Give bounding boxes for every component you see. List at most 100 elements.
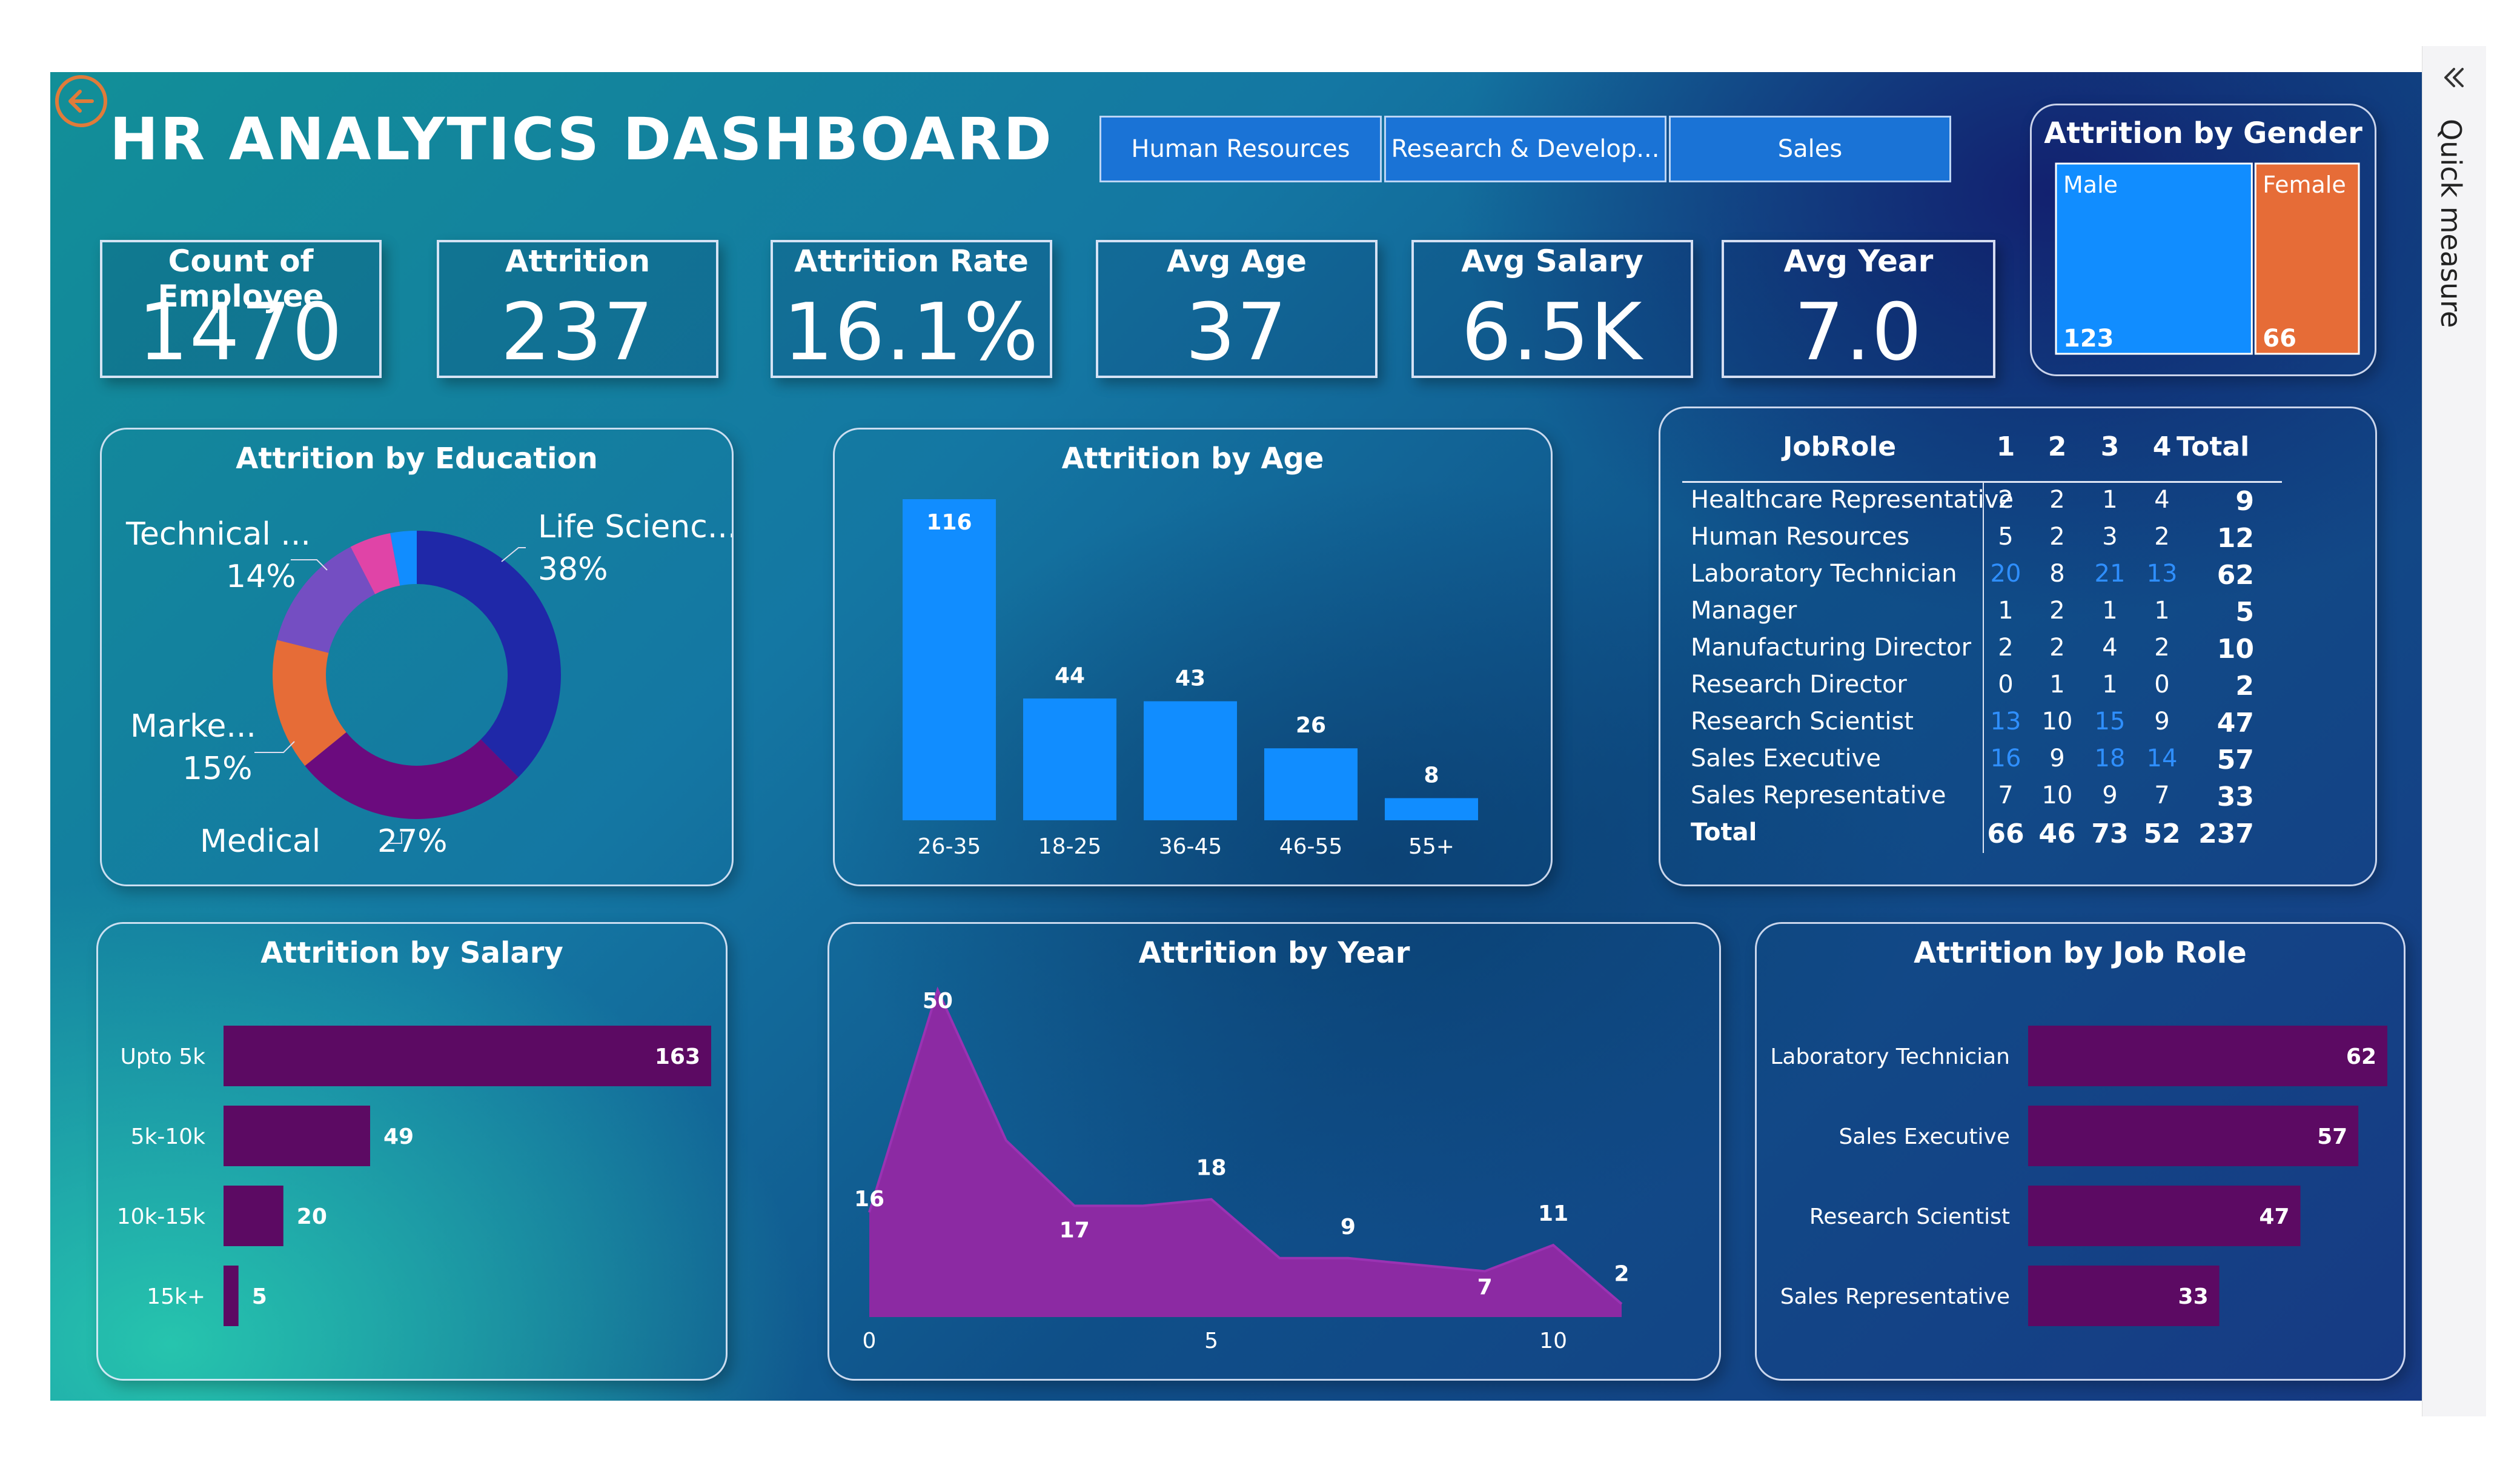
kpi-value: 7.0 [1794,286,1923,378]
year-point-label: 18 [1196,1156,1226,1181]
age-tick-label: 26-35 [918,834,981,859]
filter-sales[interactable]: Sales [1669,116,1951,182]
age-bar [1144,701,1237,820]
year-card: Attrition by Year 16 50 17 18 9 7 11 2 0 5 10 [827,922,1721,1381]
age-bar-chart: 116 26-35 44 18-25 43 36-45 26 46-55 8 55+ [903,499,1478,859]
kpi-label: Avg Age [1166,244,1307,279]
kpi-attrition: Attrition 237 [437,240,718,378]
matrix-cell: 3 [2102,523,2118,551]
dashboard-canvas: HR ANALYTICS DASHBOARD Human Resources R… [50,72,2422,1401]
matrix-cell: 10 [2041,782,2073,809]
donut-leader [501,547,526,562]
year-tick-label: 10 [1539,1329,1567,1353]
donut-label: Marke... [130,708,256,745]
matrix-cell: 21 [2094,560,2126,588]
education-card: Attrition by Education Life Scienc... 38%… [100,428,734,886]
matrix-cell: 0 [2154,671,2170,699]
jobrole-bar-chart: Laboratory Technician 62 Sales Executive 57… [1770,1026,2387,1326]
matrix-cell: 7 [1998,782,2014,809]
matrix-row-total: 2 [2235,671,2254,702]
matrix-cell: 1 [2049,671,2065,699]
gender-treemap: Male 123 Female 66 [2055,162,2360,355]
matrix-cell: 15 [2094,708,2126,735]
matrix-header-divider [1682,481,2282,483]
matrix-row-total: 10 [2217,634,2254,665]
matrix-row-label: Research Scientist [1691,708,1914,735]
matrix-cell: 20 [1990,560,2021,588]
salary-bar-value: 5 [252,1284,267,1309]
donut-slice [305,732,519,819]
matrix-cell: 0 [1998,671,2014,699]
page-title: HR ANALYTICS DASHBOARD [110,105,1053,173]
salary-tick-label: 5k-10k [131,1124,206,1149]
matrix-cell: 2 [1998,486,2014,514]
matrix-row-label: Manufacturing Director [1691,634,1972,662]
salary-bar-chart: Upto 5k 163 5k-10k 49 10k-15k 20 15k+ 5 [117,1026,711,1326]
quick-measure-panel[interactable]: Quick measure [2422,46,2486,1416]
age-bar [903,499,996,820]
salary-tick-label: 15k+ [147,1284,205,1309]
filter-human-resources[interactable]: Human Resources [1099,116,1382,182]
matrix-total-label: Total [1691,818,1757,846]
salary-tick-label: Upto 5k [120,1044,205,1069]
salary-bar [224,1186,284,1246]
kpi-value: 37 [1185,286,1288,378]
filter-research-development[interactable]: Research & Develop... [1384,116,1666,182]
treemap-label: Male [2063,171,2118,198]
matrix-row-label: Healthcare Representative [1691,486,2014,514]
matrix-row-total: 9 [2235,486,2254,517]
back-arrow-icon[interactable] [53,73,109,129]
gender-title: Attrition by Gender [2044,116,2362,150]
kpi-avg-year: Avg Year 7.0 [1722,240,1995,378]
donut-pct: 38% [538,551,608,588]
kpi-label: Avg Year [1783,244,1934,279]
donut-leader [254,741,295,753]
matrix-cell: 2 [2154,523,2170,551]
year-point-label: 7 [1477,1275,1493,1299]
kpi-value: 16.1% [783,286,1040,378]
salary-bar [224,1266,239,1326]
salary-card: Attrition by Salary Upto 5k 163 5k-10k 49 10… [96,922,728,1381]
matrix-cell: 4 [2154,486,2170,514]
treemap-value: 66 [2263,325,2296,353]
matrix-cell: 2 [2049,597,2065,625]
year-point-label: 17 [1059,1218,1090,1243]
jobrole-tick-label: Sales Representative [1780,1284,2010,1309]
kpi-label: Attrition [505,244,651,279]
age-bar-value: 116 [926,510,972,535]
matrix-row-label: Laboratory Technician [1691,560,1957,588]
age-bar [1023,698,1116,820]
year-tick-label: 0 [863,1329,877,1353]
donut-label: Medical [200,823,320,860]
double-chevron-left-icon[interactable] [2441,64,2467,91]
quick-measure-label: Quick measure [2435,119,2467,328]
matrix-header-total: Total [2177,431,2250,462]
matrix-row-label: Human Resources [1691,523,1910,551]
matrix-cell: 1 [2102,671,2118,699]
matrix-row-label: Manager [1691,597,1797,625]
jobrole-bar [2028,1106,2359,1166]
age-tick-label: 18-25 [1038,834,1102,859]
donut-pct: 27% [377,823,448,860]
matrix-header-3: 3 [2100,431,2120,462]
age-bar [1264,748,1358,820]
matrix-cell: 13 [1990,708,2021,735]
salary-bar-value: 49 [383,1124,414,1149]
age-tick-label: 55+ [1408,834,1454,859]
matrix-header-1: 1 [1996,431,2015,462]
age-tick-label: 46-55 [1279,834,1343,859]
year-point-label: 11 [1538,1201,1568,1226]
matrix-total-cell: 52 [2143,818,2181,849]
matrix-cell: 18 [2094,745,2126,772]
salary-bar [224,1106,370,1166]
matrix-cell: 13 [2146,560,2178,588]
matrix-cell: 14 [2146,745,2178,772]
matrix-total-cell: 66 [1987,818,2024,849]
age-card: Attrition by Age 116 26-35 44 18-25 43 36-45 2… [833,428,1553,886]
matrix-cell: 16 [1990,745,2021,772]
matrix-cell: 1 [2102,486,2118,514]
year-point-label: 2 [1614,1261,1629,1286]
matrix-cell: 8 [2049,560,2065,588]
matrix-row-total: 12 [2217,523,2254,554]
matrix-cell: 2 [2049,523,2065,551]
